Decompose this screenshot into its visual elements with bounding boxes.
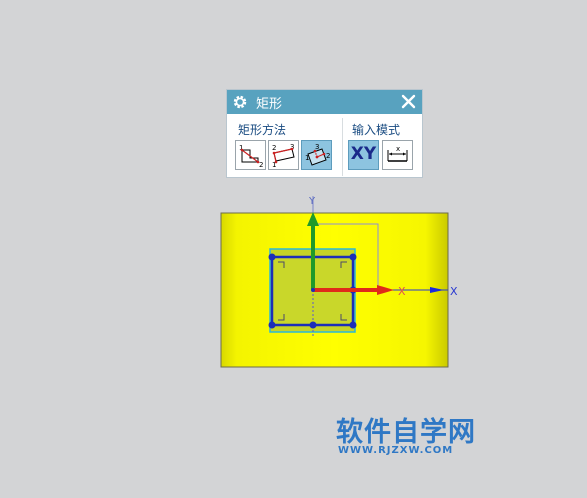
rect-3point-icon: 2 3 1 xyxy=(272,143,295,169)
method-3-point-button[interactable]: 2 3 1 xyxy=(268,140,299,170)
x-axis-label: X xyxy=(398,285,406,298)
method-2-point-button[interactable]: 1 2 xyxy=(235,140,266,170)
dim-label: x xyxy=(396,145,400,153)
group-label-method: 矩形方法 xyxy=(238,123,287,137)
rect-2point-icon: 1 2 xyxy=(239,144,263,169)
close-icon[interactable] xyxy=(401,94,416,109)
group-label-input-mode: 输入模式 xyxy=(352,123,401,137)
vertex-point[interactable] xyxy=(349,253,357,261)
y-axis-label: Y xyxy=(308,196,316,207)
graphics-viewport[interactable]: Y X X xyxy=(0,0,587,498)
rect-from-center-icon: 3 2 1 xyxy=(305,143,330,166)
xy-mode-icon: XY xyxy=(350,144,377,164)
rectangle-dialog: 矩形 矩形方法 输入模式 1 2 2 3 1 3 2 1 XY x xyxy=(226,89,423,178)
vertex-point[interactable] xyxy=(349,321,357,329)
vertex-point[interactable] xyxy=(309,321,317,329)
parameter-mode-icon: x xyxy=(387,145,408,162)
vertex-point[interactable] xyxy=(268,253,276,261)
dialog-title: 矩形 xyxy=(256,97,283,112)
input-mode-parameter-button[interactable]: x xyxy=(382,140,413,170)
watermark-title: 软件自学网 xyxy=(336,417,476,448)
dialog-header: 矩形 xyxy=(227,90,422,114)
method-from-center-button[interactable]: 3 2 1 xyxy=(301,140,332,170)
watermark-url: WWW.RJZXW.COM xyxy=(338,445,454,456)
group-separator xyxy=(342,118,343,176)
watermark: 软件自学网 WWW.RJZXW.COM xyxy=(336,410,486,460)
gear-icon[interactable] xyxy=(232,94,248,110)
svg-text:2: 2 xyxy=(259,161,263,169)
svg-text:2: 2 xyxy=(272,144,276,152)
origin-point xyxy=(311,288,315,292)
x-axis-label-2: X xyxy=(450,285,458,298)
svg-text:2: 2 xyxy=(326,152,330,160)
input-mode-xy-button[interactable]: XY xyxy=(348,140,379,170)
vertex-point[interactable] xyxy=(268,321,276,329)
